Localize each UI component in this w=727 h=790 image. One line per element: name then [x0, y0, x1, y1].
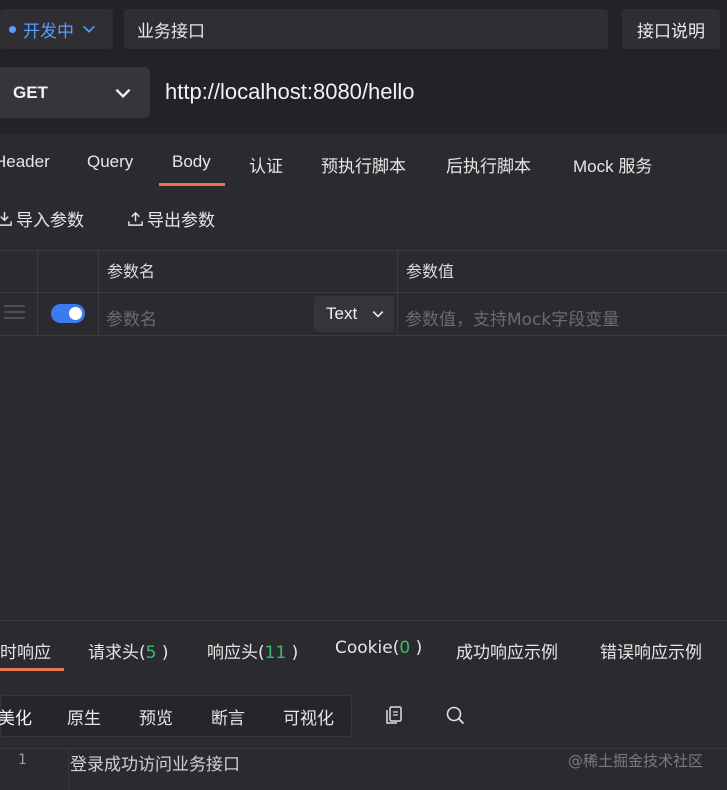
upload-icon [128, 211, 143, 226]
view-assert[interactable]: 断言 [211, 704, 245, 729]
active-response-tab-indicator [0, 668, 64, 671]
req-headers-label: 请求头( [88, 643, 146, 663]
active-tab-indicator [159, 183, 225, 186]
tab-request-headers[interactable]: 请求头(5 ) [88, 638, 169, 663]
status-label: 开发中 [23, 21, 74, 42]
code-top-border [0, 748, 727, 749]
view-raw[interactable]: 原生 [67, 704, 101, 729]
export-params-label: 导出参数 [147, 210, 215, 231]
toggle-knob [69, 307, 82, 320]
response-body-text: 登录成功访问业务接口 [70, 755, 240, 775]
response-divider [0, 620, 727, 621]
cookie-label: Cookie( [335, 638, 400, 658]
line-number: 1 [18, 752, 27, 768]
resp-headers-label: 响应头( [207, 643, 265, 663]
param-name-input[interactable]: 参数名 [106, 305, 157, 330]
tab-realtime-response[interactable]: 实时响应 [0, 638, 51, 663]
param-enabled-toggle[interactable] [51, 304, 85, 323]
req-headers-count: 5 [145, 643, 157, 663]
search-icon[interactable] [444, 704, 466, 726]
watermark: @稀土掘金技术社区 [568, 752, 704, 770]
copy-icon[interactable] [383, 704, 405, 726]
view-visualize[interactable]: 可视化 [283, 704, 334, 729]
code-gutter-divider [68, 748, 69, 790]
tab-error-example[interactable]: 错误响应示例 [600, 638, 702, 663]
export-params-button[interactable]: 导出参数 [127, 205, 215, 231]
chevron-down-icon [115, 88, 131, 99]
tab-auth[interactable]: 认证 [249, 152, 283, 180]
tab-header[interactable]: Header [0, 152, 50, 180]
table-col-divider [37, 250, 38, 336]
env-status-dropdown[interactable]: 开发中 [0, 9, 113, 49]
tab-pre-script[interactable]: 预执行脚本 [321, 152, 406, 180]
status-dot-icon [9, 25, 16, 33]
api-name-input[interactable]: 业务接口 [124, 9, 608, 49]
drag-handle-icon[interactable] [4, 304, 25, 320]
tab-post-script[interactable]: 后执行脚本 [446, 152, 531, 180]
download-icon [0, 211, 12, 226]
import-params-label: 导入参数 [16, 210, 84, 231]
tab-mock-service[interactable]: Mock 服务 [573, 152, 652, 180]
close-paren: ) [410, 638, 423, 658]
chevron-down-icon [83, 25, 95, 33]
param-type-label: Text [326, 304, 358, 323]
tab-success-example[interactable]: 成功响应示例 [456, 638, 558, 663]
method-label: GET [13, 82, 48, 102]
resp-headers-count: 11 [264, 643, 287, 663]
param-type-select[interactable]: Text [314, 296, 394, 332]
table-col-divider [397, 250, 398, 336]
chevron-down-icon [372, 311, 384, 318]
api-doc-button[interactable]: 接口说明 [622, 9, 720, 49]
col-header-value: 参数值 [406, 262, 455, 281]
close-paren: ) [286, 643, 299, 663]
url-input[interactable]: http://localhost:8080/hello [165, 76, 415, 108]
import-params-button[interactable]: 导入参数 [0, 205, 84, 231]
table-border-top [0, 250, 727, 251]
tab-query[interactable]: Query [87, 152, 133, 180]
table-col-divider [98, 250, 99, 336]
method-select[interactable]: GET [0, 67, 150, 118]
tab-response-headers[interactable]: 响应头(11 ) [207, 638, 298, 663]
tab-body[interactable]: Body [172, 152, 211, 180]
param-value-input[interactable]: 参数值，支持Mock字段变量 [405, 305, 619, 330]
close-paren: ) [156, 643, 169, 663]
table-border-bottom [0, 335, 727, 336]
col-header-name: 参数名 [107, 262, 156, 281]
view-preview[interactable]: 预览 [139, 704, 173, 729]
view-beautify[interactable]: 美化 [0, 704, 32, 729]
cookie-count: 0 [399, 638, 411, 658]
table-border-header [0, 292, 727, 293]
tab-cookie[interactable]: Cookie(0 ) [335, 638, 422, 658]
